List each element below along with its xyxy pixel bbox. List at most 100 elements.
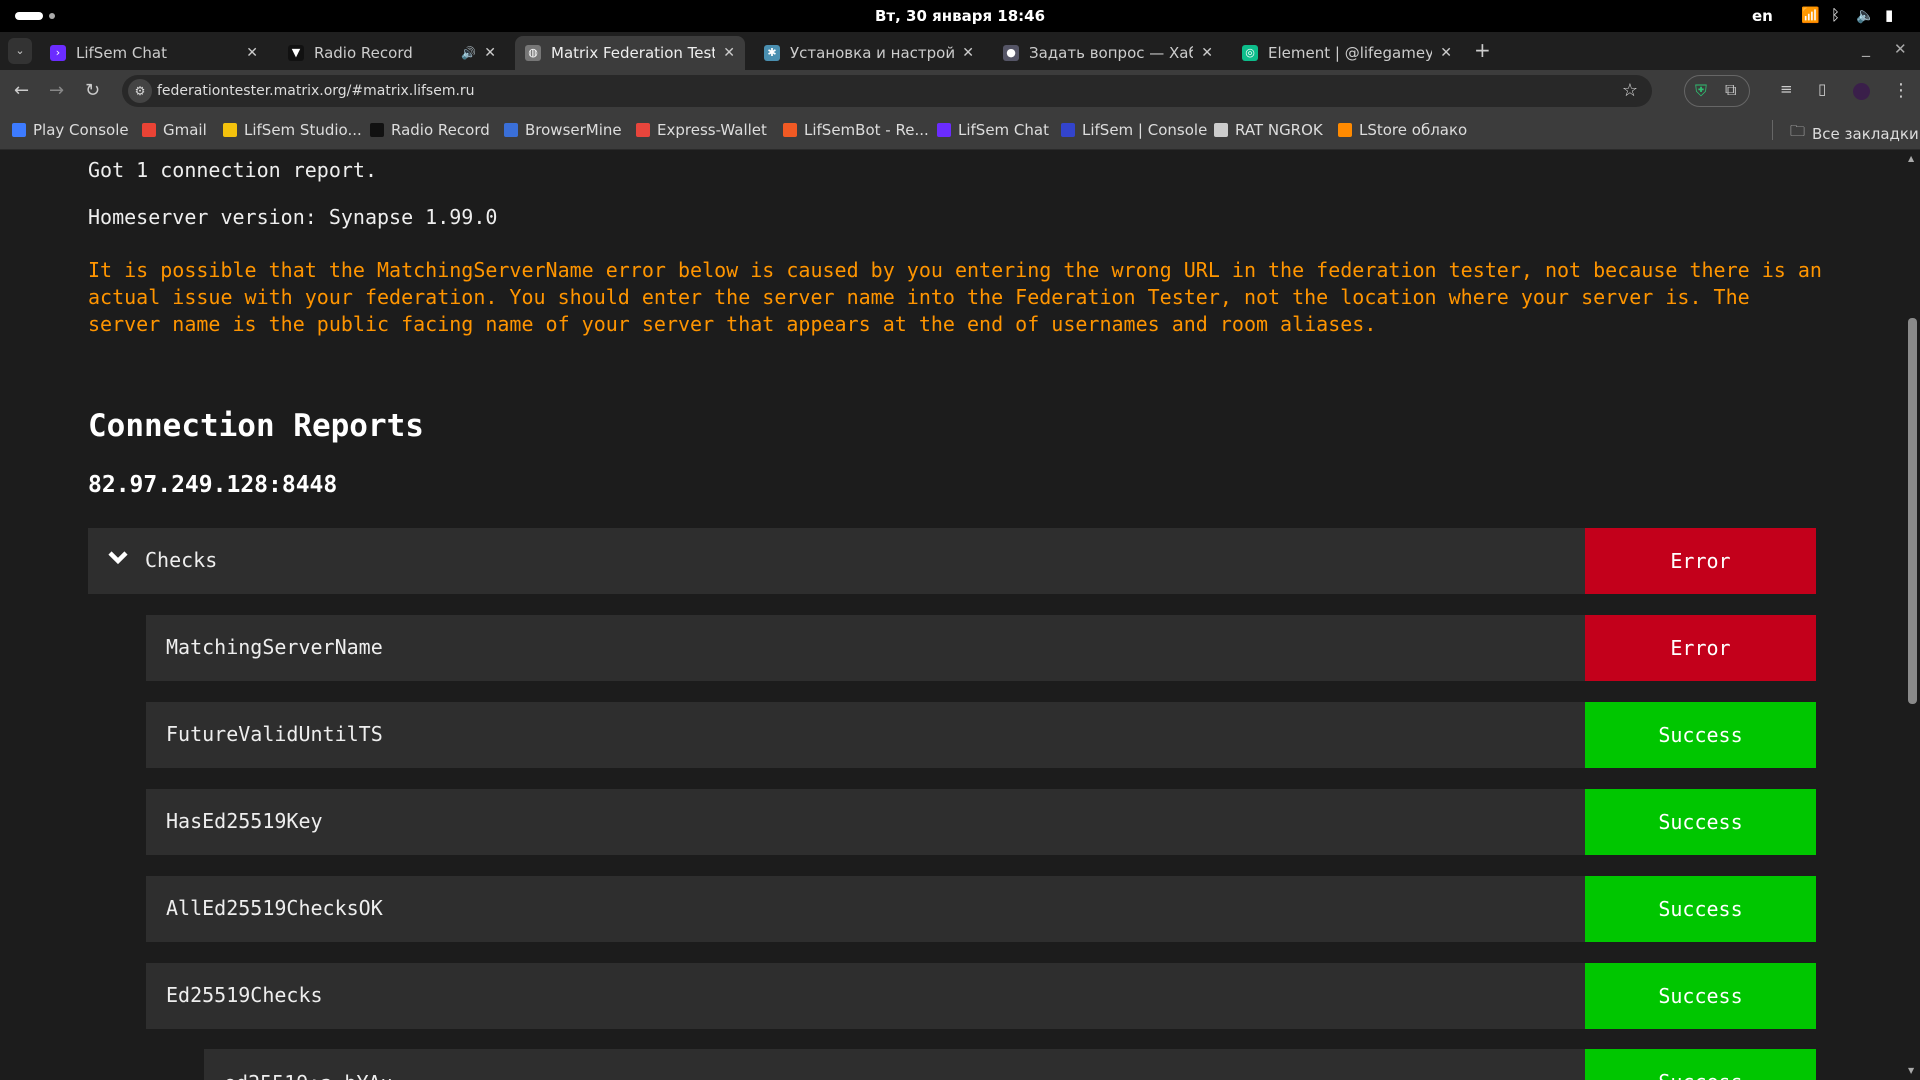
- site-info-icon[interactable]: ⚙: [128, 79, 152, 103]
- keyboard-layout[interactable]: en: [1752, 7, 1773, 25]
- status-badge: Success: [1585, 702, 1816, 768]
- check-label: AllEd25519ChecksOK: [166, 896, 383, 920]
- page-heading: Connection Reports: [88, 408, 424, 444]
- tab[interactable]: › LifSem Chat ✕: [40, 36, 268, 70]
- nested-check-row: ed25519:a_bYAu Success: [204, 1049, 1816, 1080]
- homeserver-version: Homeserver version: Synapse 1.99.0: [88, 205, 498, 229]
- bookmarks-bar: 🗀 Все закладки Play Console Gmail LifSem St…: [0, 112, 1920, 150]
- bookmark-favicon-icon: [636, 123, 650, 137]
- tab-search-button[interactable]: ⌄: [8, 38, 32, 64]
- bookmark-item[interactable]: Play Console: [12, 121, 129, 139]
- warning-message: It is possible that the MatchingServerNa…: [88, 258, 1822, 336]
- all-bookmarks-button[interactable]: 🗀 Все закладки: [1790, 121, 1919, 146]
- address-bar[interactable]: ⚙ federationtester.matrix.org/#matrix.li…: [122, 75, 1652, 107]
- close-tab-icon[interactable]: ✕: [1201, 45, 1213, 61]
- bookmark-item[interactable]: LifSem Studio...: [223, 121, 362, 139]
- bookmark-favicon-icon: [1061, 123, 1075, 137]
- bookmark-favicon-icon: [370, 123, 384, 137]
- extensions-icon[interactable]: ⧉: [1725, 80, 1736, 100]
- close-tab-icon[interactable]: ✕: [1440, 45, 1452, 61]
- chevron-down-icon[interactable]: [104, 544, 132, 572]
- tab-strip: ⌄ + _ ✕ › LifSem Chat ✕ ▼ Radio Record 🔊 ✕ ◍ Mat…: [0, 32, 1920, 70]
- check-row: AllEd25519ChecksOK Success: [146, 876, 1816, 942]
- tab[interactable]: ✱ Установка и настройка ✕: [754, 36, 984, 70]
- bookmark-item[interactable]: LifSem Chat: [937, 121, 1049, 139]
- reload-icon[interactable]: ↻: [85, 80, 100, 101]
- folder-icon: 🗀: [1790, 122, 1806, 140]
- tab-title: Element | @lifegameyt:Li: [1268, 44, 1433, 62]
- side-panel-icon[interactable]: ▯: [1818, 80, 1826, 98]
- extensions-group: ⛨ ⧉: [1684, 75, 1750, 107]
- tab-favicon-icon: ◍: [525, 45, 541, 61]
- bookmark-star-icon[interactable]: ☆: [1622, 75, 1638, 107]
- page-content: Got 1 connection report. Homeserver vers…: [0, 150, 1905, 1080]
- minimize-button[interactable]: _: [1862, 38, 1870, 57]
- tab[interactable]: ◍ Matrix Federation Tester ✕: [515, 36, 745, 70]
- bookmark-item[interactable]: RAT NGROK: [1214, 121, 1323, 139]
- clock[interactable]: Вт, 30 января 18:46: [0, 7, 1920, 25]
- bookmark-item[interactable]: Gmail: [142, 121, 207, 139]
- server-address: 82.97.249.128:8448: [88, 472, 338, 498]
- wifi-icon[interactable]: 📶: [1801, 6, 1820, 24]
- tab-title: Установка и настройка: [790, 44, 955, 62]
- bookmark-item[interactable]: LStore облако: [1338, 121, 1467, 139]
- menu-icon[interactable]: ⋮: [1892, 80, 1910, 101]
- check-row: Ed25519Checks Success: [146, 963, 1816, 1029]
- tab-favicon-icon: ◎: [1242, 45, 1258, 61]
- close-window-button[interactable]: ✕: [1894, 40, 1907, 58]
- check-row: FutureValidUntilTS Success: [146, 702, 1816, 768]
- back-icon[interactable]: ←: [14, 80, 29, 101]
- bookmark-favicon-icon: [12, 123, 26, 137]
- bookmark-label: Express-Wallet: [657, 121, 767, 139]
- audio-icon[interactable]: 🔊: [461, 46, 476, 60]
- shield-extension-icon[interactable]: ⛨: [1695, 81, 1707, 101]
- tab-title: Radio Record: [314, 44, 413, 62]
- profile-avatar[interactable]: [1853, 83, 1870, 100]
- status-badge: Error: [1585, 615, 1816, 681]
- scroll-down-icon[interactable]: ▼: [1908, 1066, 1914, 1075]
- bookmark-item[interactable]: LifSem | Console: [1061, 121, 1207, 139]
- bookmark-item[interactable]: Express-Wallet: [636, 121, 767, 139]
- url-text[interactable]: federationtester.matrix.org/#matrix.lifs…: [157, 83, 475, 99]
- volume-icon[interactable]: 🔈: [1856, 6, 1875, 24]
- bookmark-item[interactable]: Radio Record: [370, 121, 490, 139]
- tab-title: Задать вопрос — Хабр Q: [1029, 44, 1194, 62]
- check-label: MatchingServerName: [166, 635, 383, 659]
- close-tab-icon[interactable]: ✕: [484, 45, 496, 61]
- bookmark-favicon-icon: [504, 123, 518, 137]
- close-tab-icon[interactable]: ✕: [246, 45, 258, 61]
- bookmark-label: LStore облако: [1359, 121, 1468, 139]
- new-tab-button[interactable]: +: [1474, 38, 1491, 62]
- check-row: MatchingServerName Error: [146, 615, 1816, 681]
- bookmark-label: BrowserMine: [525, 121, 622, 139]
- status-badge: Success: [1585, 1049, 1816, 1080]
- close-tab-icon[interactable]: ✕: [962, 45, 974, 61]
- check-label: HasEd25519Key: [166, 809, 323, 833]
- bookmark-label: LifSem Studio...: [244, 121, 362, 139]
- scrollbar-thumb[interactable]: [1908, 318, 1917, 704]
- status-badge: Success: [1585, 876, 1816, 942]
- bookmark-item[interactable]: LifSemBot - Re...: [783, 121, 929, 139]
- tab-favicon-icon: ›: [50, 45, 66, 61]
- bookmark-label: LifSem | Console: [1082, 121, 1208, 139]
- bookmark-favicon-icon: [1338, 123, 1352, 137]
- tab[interactable]: ▼ Radio Record 🔊 ✕: [278, 36, 506, 70]
- bookmark-favicon-icon: [937, 123, 951, 137]
- media-control-icon[interactable]: ≡: [1780, 80, 1793, 98]
- checks-label: Checks: [145, 548, 218, 572]
- tab-favicon-icon: ●: [1003, 45, 1019, 61]
- checks-row[interactable]: Checks Error: [88, 528, 1816, 594]
- bookmark-item[interactable]: BrowserMine: [504, 121, 622, 139]
- tab[interactable]: ● Задать вопрос — Хабр Q ✕: [993, 36, 1223, 70]
- scrollbar[interactable]: ▲ ▼: [1905, 150, 1920, 1080]
- bluetooth-icon[interactable]: ᛒ: [1831, 6, 1840, 24]
- scroll-up-icon[interactable]: ▲: [1908, 154, 1914, 163]
- close-tab-icon[interactable]: ✕: [723, 45, 735, 61]
- battery-icon[interactable]: ▮: [1885, 6, 1893, 24]
- status-badge: Success: [1585, 789, 1816, 855]
- os-top-bar: Вт, 30 января 18:46 en 📶 ᛒ 🔈 ▮: [0, 0, 1920, 32]
- bookmark-label: Radio Record: [391, 121, 490, 139]
- forward-icon[interactable]: →: [49, 80, 64, 101]
- tab[interactable]: ◎ Element | @lifegameyt:Li ✕: [1232, 36, 1462, 70]
- check-label: FutureValidUntilTS: [166, 722, 383, 746]
